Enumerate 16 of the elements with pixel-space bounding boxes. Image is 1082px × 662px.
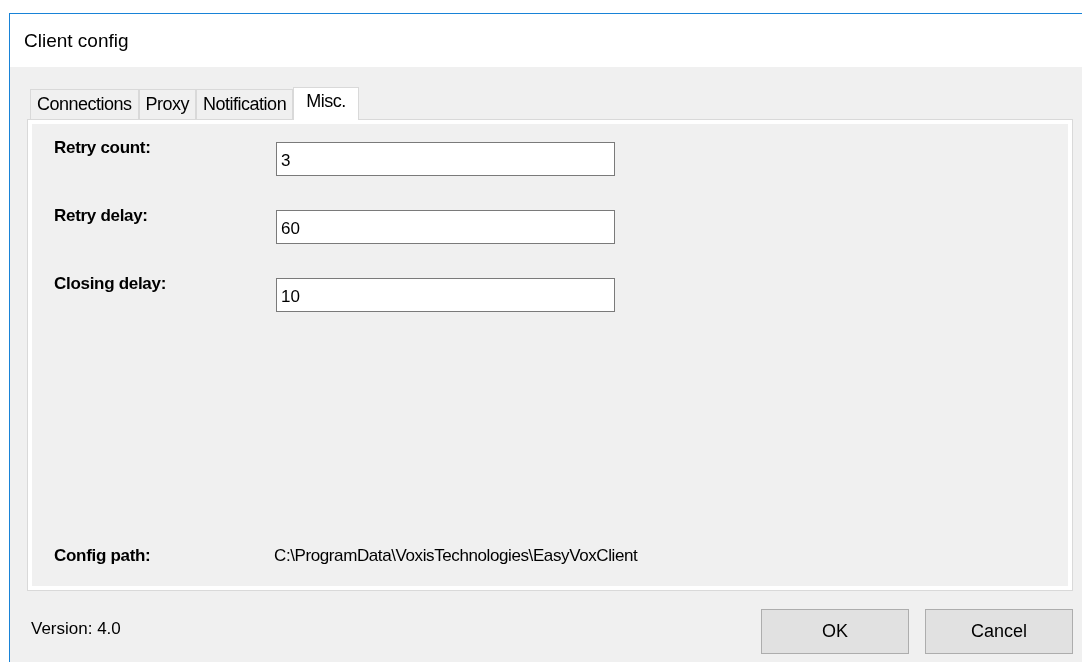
version-text: Version: 4.0 <box>31 619 122 639</box>
tab[interactable]: Connections <box>30 89 139 119</box>
tab[interactable]: Notification <box>196 89 294 119</box>
input-field[interactable]: 3 <box>276 142 615 176</box>
tab[interactable]: Proxy <box>138 89 197 119</box>
field-label: Retry delay: <box>54 206 149 226</box>
tab[interactable]: Misc. <box>293 87 359 120</box>
cancel-button[interactable]: Cancel <box>925 609 1073 654</box>
field-label: Retry count: <box>54 138 152 158</box>
input-field[interactable]: 60 <box>276 210 615 244</box>
field-label: Closing delay: <box>54 274 167 294</box>
window-title: Client config <box>24 29 129 52</box>
input-field[interactable]: 10 <box>276 278 615 312</box>
field-label: Config path: <box>54 546 152 566</box>
config-path-text: C:\ProgramData\VoxisTechnologies\EasyVoxClient <box>274 546 639 566</box>
ok-button[interactable]: OK <box>761 609 909 654</box>
